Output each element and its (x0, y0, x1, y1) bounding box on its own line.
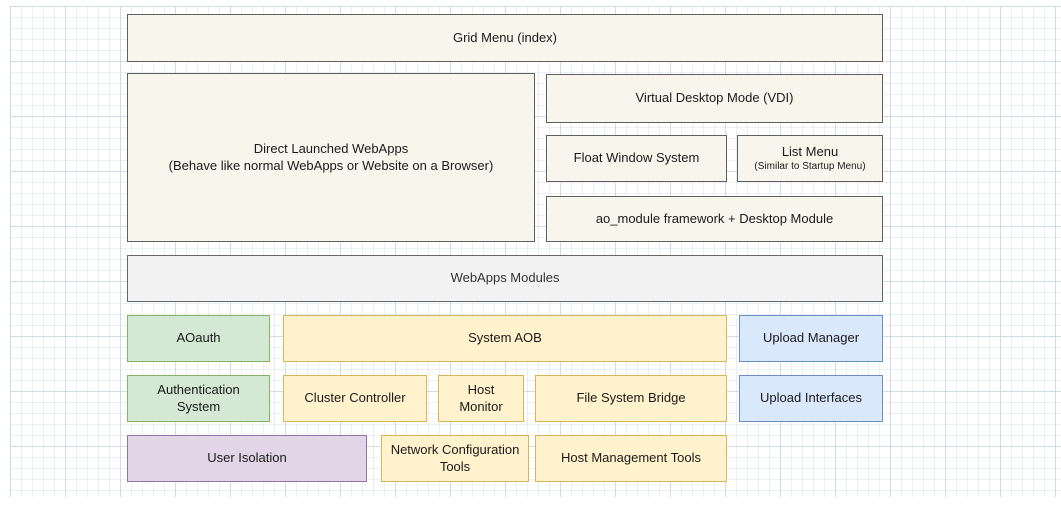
node-system-aob[interactable]: System AOB (283, 315, 727, 362)
node-webapps-modules[interactable]: WebApps Modules (127, 255, 883, 302)
node-user-isolation[interactable]: User Isolation (127, 435, 367, 482)
node-aoauth-label: AOauth (176, 330, 220, 346)
node-host-management-tools[interactable]: Host Management Tools (535, 435, 727, 482)
node-ao-module-framework[interactable]: ao_module framework + Desktop Module (546, 196, 883, 242)
node-user-isolation-label: User Isolation (207, 450, 286, 466)
node-host-monitor-label: Host Monitor (445, 382, 517, 415)
node-host-monitor[interactable]: Host Monitor (438, 375, 524, 422)
node-network-configuration-tools-label: Network Configuration Tools (388, 442, 522, 475)
node-virtual-desktop-mode[interactable]: Virtual Desktop Mode (VDI) (546, 74, 883, 123)
node-upload-interfaces-label: Upload Interfaces (760, 390, 862, 406)
node-list-menu[interactable]: List Menu (Similar to Startup Menu) (737, 135, 883, 182)
diagram-canvas: Grid Menu (index) Direct Launched WebApp… (0, 0, 1061, 525)
node-cluster-controller-label: Cluster Controller (304, 390, 405, 406)
node-cluster-controller[interactable]: Cluster Controller (283, 375, 427, 422)
node-list-menu-title: List Menu (782, 144, 838, 160)
node-grid-menu[interactable]: Grid Menu (index) (127, 14, 883, 62)
node-ao-module-framework-label: ao_module framework + Desktop Module (596, 211, 833, 227)
node-authentication-system-label: Authentication System (134, 382, 263, 415)
node-upload-interfaces[interactable]: Upload Interfaces (739, 375, 883, 422)
node-system-aob-label: System AOB (468, 330, 542, 346)
node-direct-launched-webapps[interactable]: Direct Launched WebApps (Behave like nor… (127, 73, 535, 242)
node-authentication-system[interactable]: Authentication System (127, 375, 270, 422)
node-network-configuration-tools[interactable]: Network Configuration Tools (381, 435, 529, 482)
node-host-management-tools-label: Host Management Tools (561, 450, 701, 466)
node-direct-launched-webapps-label: Direct Launched WebApps (Behave like nor… (169, 141, 494, 174)
node-webapps-modules-label: WebApps Modules (451, 270, 560, 286)
node-list-menu-subtitle: (Similar to Startup Menu) (754, 161, 865, 173)
node-upload-manager[interactable]: Upload Manager (739, 315, 883, 362)
node-float-window-system-label: Float Window System (574, 150, 700, 166)
node-upload-manager-label: Upload Manager (763, 330, 859, 346)
node-file-system-bridge-label: File System Bridge (576, 390, 685, 406)
node-float-window-system[interactable]: Float Window System (546, 135, 727, 182)
node-grid-menu-label: Grid Menu (index) (453, 30, 557, 46)
node-aoauth[interactable]: AOauth (127, 315, 270, 362)
node-file-system-bridge[interactable]: File System Bridge (535, 375, 727, 422)
node-virtual-desktop-mode-label: Virtual Desktop Mode (VDI) (636, 90, 794, 106)
